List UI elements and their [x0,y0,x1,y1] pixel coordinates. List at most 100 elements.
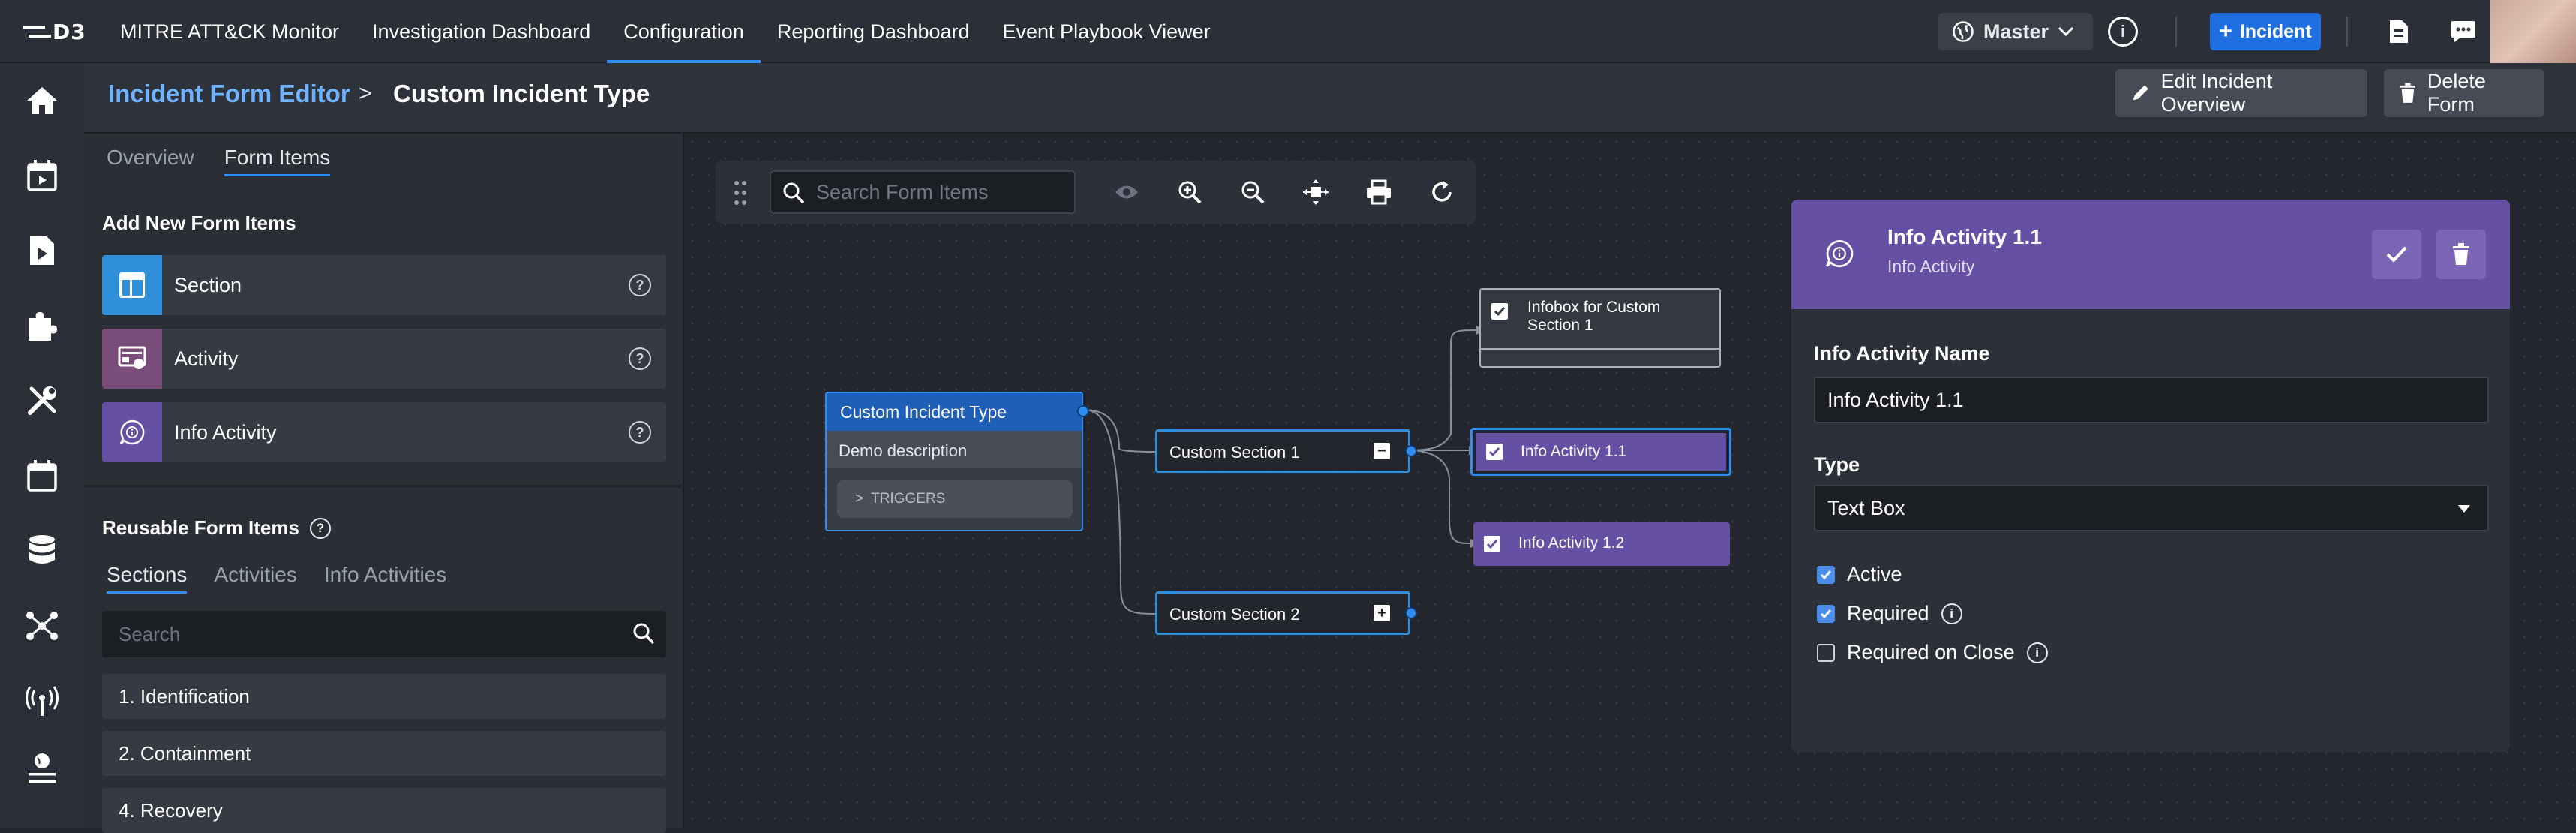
chevron-down-icon [2058,26,2074,37]
calendar-icon[interactable] [24,458,60,494]
list-item[interactable]: 1. Identification [102,674,666,719]
triggers-toggle[interactable]: > TRIGGERS [837,480,1073,518]
info-activity-name-input[interactable]: Info Activity 1.1 [1814,377,2489,423]
output-port[interactable] [1405,607,1417,619]
master-site-selector[interactable]: Master [1938,13,2093,50]
help-icon[interactable]: ? [629,274,651,296]
add-activity-item[interactable]: Activity ? [102,329,666,389]
add-section-item[interactable]: Section ? [102,255,666,315]
main-nav: MITRE ATT&CK Monitor Investigation Dashb… [104,0,1227,63]
info-activity-1-2-label: Info Activity 1.2 [1518,534,1625,552]
signal-antenna-icon[interactable] [24,683,60,719]
checkbox-icon [1491,303,1508,320]
incident-button-label: Incident [2239,20,2312,42]
required-checkbox[interactable] [1817,604,1835,623]
top-divider [2175,17,2177,47]
integration-puzzle-icon[interactable] [24,308,60,344]
expand-icon[interactable]: + [1374,605,1390,621]
required-on-close-checkbox[interactable] [1817,643,1835,662]
custom-section-2-node[interactable]: Custom Section 2 + [1155,591,1417,635]
nav-configuration[interactable]: Configuration [607,0,761,63]
help-icon[interactable]: ? [309,517,331,539]
d3-logo[interactable]: D3 [23,17,86,47]
info-activity-1-1-node[interactable]: Info Activity 1.1 [1470,428,1731,476]
search-icon [633,623,655,645]
section-1-label: Custom Section 1 [1169,443,1300,462]
info-activity-1-1-label: Info Activity 1.1 [1521,443,1627,460]
info-icon[interactable]: i [2108,17,2138,47]
infobox-node[interactable]: Infobox for Custom Section 1 [1479,288,1721,368]
tab-activities[interactable]: Activities [214,563,296,594]
required-on-close-label: Required on Close [1847,641,2015,663]
nav-investigation[interactable]: Investigation Dashboard [356,0,607,63]
custom-section-1-node[interactable]: Custom Section 1 − [1155,429,1417,473]
check-icon [2386,246,2407,263]
add-info-activity-label: Info Activity [174,420,277,444]
info-bubble-icon [1826,239,1854,268]
tab-form-items[interactable]: Form Items [224,146,331,176]
info-icon[interactable]: i [1941,603,1962,624]
details-subtitle: Info Activity [1887,257,1975,276]
breadcrumb-parent[interactable]: Incident Form Editor [108,80,350,108]
nav-reporting[interactable]: Reporting Dashboard [761,0,986,63]
master-label: Master [1983,20,2049,43]
delete-item-button[interactable] [2436,230,2486,279]
nav-mitre[interactable]: MITRE ATT&CK Monitor [104,0,356,63]
edit-incident-overview-button[interactable]: Edit Incident Overview [2115,69,2367,117]
root-node-title: Custom Incident Type [840,402,1007,422]
tab-info-activities[interactable]: Info Activities [324,563,446,594]
required-checkbox-row[interactable]: Required i [1817,602,1962,625]
home-icon[interactable] [24,83,60,119]
root-node-description: Demo description [839,441,968,460]
section-2-label: Custom Section 2 [1169,605,1300,624]
help-icon[interactable]: ? [629,347,651,370]
breadcrumb-separator: > [359,81,372,106]
nav-playbook-viewer[interactable]: Event Playbook Viewer [986,0,1227,63]
user-avatar[interactable] [2490,0,2576,63]
graph-nodes-icon[interactable] [24,608,60,644]
help-icon[interactable]: ? [629,421,651,444]
logo-lines-icon [23,26,51,38]
chat-icon[interactable] [2448,17,2478,47]
root-incident-type-node[interactable]: Custom Incident Type Demo description > … [825,392,1089,531]
logo-text: D3 [53,19,86,44]
add-section-label: Section [174,273,242,296]
info-activity-1-2-node[interactable]: Info Activity 1.2 [1473,522,1730,566]
info-activity-details-panel: Info Activity 1.1 Info Activity Info Act… [1791,200,2510,752]
active-checkbox-row[interactable]: Active [1817,563,1902,586]
active-checkbox[interactable] [1817,565,1835,584]
output-port[interactable] [1405,445,1417,457]
trash-icon [2400,83,2415,103]
database-icon[interactable] [24,533,60,569]
page-title: Custom Incident Type [393,80,650,107]
required-on-close-checkbox-row[interactable]: Required on Close i [1817,641,2048,664]
name-field-label: Info Activity Name [1814,342,1990,365]
playbook-icon[interactable] [24,233,60,269]
tools-icon[interactable] [24,383,60,419]
delete-form-button[interactable]: Delete Form [2384,69,2544,117]
confirm-button[interactable] [2372,230,2421,279]
new-incident-button[interactable]: + Incident [2210,13,2321,50]
list-item[interactable]: 2. Containment [102,731,666,776]
reusable-search-input[interactable]: Search [102,611,666,657]
infobox-divider [1481,348,1719,350]
tab-overview[interactable]: Overview [107,146,194,176]
edit-overview-label: Edit Incident Overview [2160,70,2273,116]
search-placeholder: Search [119,622,181,645]
list-item[interactable]: 4. Recovery [102,788,666,833]
event-calendar-icon[interactable] [24,158,60,194]
output-port[interactable] [1077,405,1089,417]
required-label: Required [1847,602,1929,624]
add-info-activity-item[interactable]: Info Activity ? [102,402,666,462]
type-select[interactable]: Text Box [1814,485,2489,531]
checkbox-icon [1484,536,1500,552]
collapse-icon[interactable]: − [1374,443,1390,459]
checkbox-icon [1486,444,1503,460]
global-menu-icon[interactable] [24,750,60,786]
info-icon[interactable]: i [2026,642,2048,663]
document-icon[interactable] [2384,17,2414,47]
page-header: Incident Form Editor > Custom Incident T… [84,63,2576,134]
pencil-icon [2133,85,2148,101]
connector-root-section1 [1082,409,1156,453]
tab-sections[interactable]: Sections [107,563,188,594]
